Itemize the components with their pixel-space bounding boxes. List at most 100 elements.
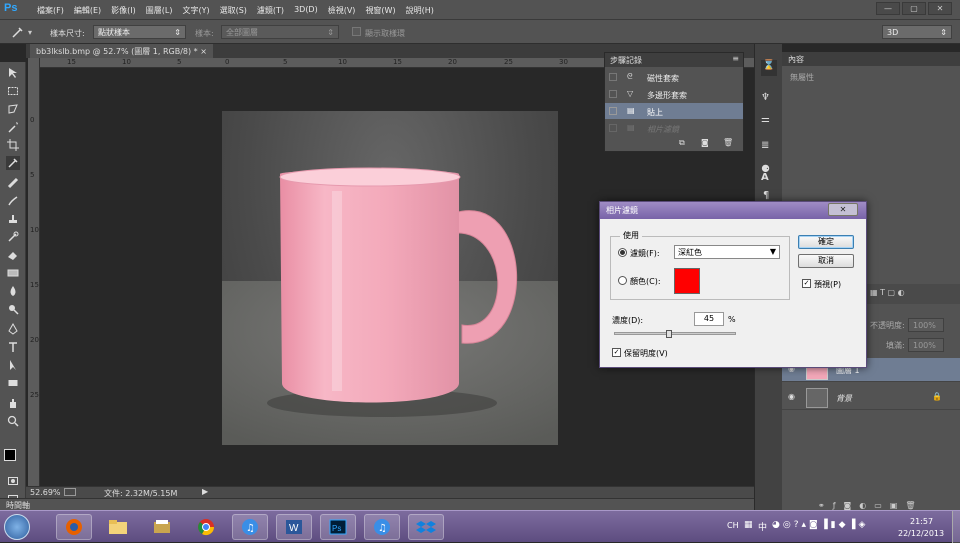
preserve-luminosity-checkbox[interactable]: ✓ xyxy=(612,348,621,357)
workspace-select[interactable]: 3D ⇕ xyxy=(882,25,952,39)
history-item[interactable]: ▽ 多邊形套索 xyxy=(605,86,743,102)
density-slider-track[interactable] xyxy=(614,332,736,335)
brush-tool-icon[interactable] xyxy=(6,194,20,208)
history-item[interactable]: ᘓ 磁性套索 xyxy=(605,69,743,85)
history-item[interactable]: ▤ 貼上 xyxy=(605,103,743,119)
paragraph-panel-icon[interactable]: ¶ xyxy=(763,190,769,201)
maximize-button[interactable]: ▢ xyxy=(902,2,926,15)
history-title[interactable]: 步驟記錄 xyxy=(610,55,642,66)
layer-name[interactable]: 背景 xyxy=(836,393,852,404)
pen-tool-icon[interactable] xyxy=(6,322,20,336)
start-button[interactable] xyxy=(4,514,30,540)
history-source-checkbox[interactable] xyxy=(609,73,617,81)
history-panel-icon[interactable]: ⌛ xyxy=(761,60,777,76)
dropbox-icon[interactable] xyxy=(408,514,444,540)
adjust-panel-icon[interactable]: ⚌ xyxy=(761,114,770,125)
gradient-tool-icon[interactable] xyxy=(6,266,20,280)
itunes-icon-2[interactable]: ♫ xyxy=(364,514,400,540)
rectangle-tool-icon[interactable] xyxy=(6,376,20,390)
preview-checkbox[interactable]: ✓ xyxy=(802,279,811,288)
menu-image[interactable]: 影像(I) xyxy=(106,5,141,16)
tab-close-icon[interactable]: × xyxy=(200,47,207,56)
filter-select[interactable]: 深紅色 ▼ xyxy=(674,245,780,259)
tool-preset-arrow-icon[interactable]: ▾ xyxy=(28,28,32,37)
cancel-button[interactable]: 取消 xyxy=(798,254,854,268)
document-image[interactable] xyxy=(222,111,558,445)
sample-select[interactable]: 全部圖層 ⇕ xyxy=(221,25,339,39)
actions-panel-icon[interactable]: ≣ xyxy=(761,140,769,151)
clock-date[interactable]: 22/12/2013 xyxy=(898,529,944,538)
clone-stamp-tool-icon[interactable] xyxy=(6,212,20,226)
path-selection-tool-icon[interactable] xyxy=(6,358,20,372)
panel-menu-icon[interactable]: ≡ xyxy=(732,54,739,63)
history-source-checkbox[interactable] xyxy=(609,124,617,132)
status-menu-arrow-icon[interactable]: ▶ xyxy=(202,487,208,496)
menu-type[interactable]: 文字(Y) xyxy=(177,5,214,16)
history-source-checkbox[interactable] xyxy=(609,90,617,98)
show-desktop-button[interactable] xyxy=(952,511,960,543)
system-tray-icons[interactable]: ◕◎?▴◙▐▮◆▐◈ xyxy=(772,520,868,530)
brush-panel-icon[interactable]: ♆ xyxy=(761,92,770,103)
visibility-eye-icon[interactable]: ◉ xyxy=(788,392,795,401)
filter-radio[interactable] xyxy=(618,248,627,257)
dialog-close-icon[interactable]: ✕ xyxy=(828,203,858,216)
menu-file[interactable]: 檔案(F) xyxy=(32,5,69,16)
layer-actions-icons[interactable]: ⚭ƒ◙◐▭▣🗑 xyxy=(818,501,924,510)
document-tab[interactable]: bb3lkslb.bmp @ 52.7% (圖層 1, RGB/8) * × xyxy=(30,44,213,58)
hand-tool-icon[interactable] xyxy=(6,396,20,410)
crop-tool-icon[interactable] xyxy=(6,138,20,152)
marquee-tool-icon[interactable] xyxy=(6,84,20,98)
layer-filter-icons[interactable]: ▦ T ▢ ◐ xyxy=(870,288,905,297)
ok-button[interactable]: 確定 xyxy=(798,235,854,249)
color-radio[interactable] xyxy=(618,276,627,285)
properties-title[interactable]: 內容 xyxy=(788,54,804,65)
menu-edit[interactable]: 編輯(E) xyxy=(69,5,106,16)
quick-mask-icon[interactable] xyxy=(6,474,20,488)
eraser-tool-icon[interactable] xyxy=(6,248,20,262)
word-icon[interactable]: W xyxy=(276,514,312,540)
ime-indicator[interactable]: 中 xyxy=(758,520,767,533)
language-indicator[interactable]: CH xyxy=(727,521,739,530)
new-document-icon[interactable]: ⧉ xyxy=(679,138,685,148)
foreground-color-swatch[interactable] xyxy=(4,449,16,461)
healing-brush-tool-icon[interactable] xyxy=(6,176,20,190)
fill-field[interactable]: 100% xyxy=(908,338,944,352)
chrome-icon[interactable] xyxy=(188,514,224,540)
history-brush-tool-icon[interactable] xyxy=(6,230,20,244)
eyedropper-tool-icon[interactable] xyxy=(6,156,20,170)
history-item[interactable]: ▤ 相片濾鏡 xyxy=(605,120,743,136)
eyedropper-icon[interactable] xyxy=(10,25,26,39)
menu-select[interactable]: 選取(S) xyxy=(215,5,252,16)
color-swatch[interactable] xyxy=(674,268,700,294)
menu-3d[interactable]: 3D(D) xyxy=(289,5,323,16)
move-tool-icon[interactable] xyxy=(6,66,20,80)
history-source-checkbox[interactable] xyxy=(609,107,617,115)
photoshop-taskbar-icon[interactable]: Ps xyxy=(320,514,356,540)
magic-wand-tool-icon[interactable] xyxy=(6,120,20,134)
menu-view[interactable]: 檢視(V) xyxy=(323,5,361,16)
close-button[interactable]: ✕ xyxy=(928,2,952,15)
opacity-field[interactable]: 100% xyxy=(908,318,944,332)
density-slider-thumb[interactable] xyxy=(665,330,672,338)
dodge-tool-icon[interactable] xyxy=(6,302,20,316)
zoom-tool-icon[interactable] xyxy=(6,414,20,428)
timeline-tab[interactable]: 時間軸 xyxy=(0,498,754,510)
dialog-titlebar[interactable]: 相片濾鏡 xyxy=(600,202,866,219)
blur-tool-icon[interactable] xyxy=(6,284,20,298)
menu-filter[interactable]: 濾鏡(T) xyxy=(252,5,289,16)
lasso-tool-icon[interactable] xyxy=(6,102,20,116)
type-tool-icon[interactable] xyxy=(6,340,20,354)
sample-size-select[interactable]: 點狀樣本 ⇕ xyxy=(93,25,186,39)
menu-layer[interactable]: 圖層(L) xyxy=(141,5,178,16)
menu-window[interactable]: 視窗(W) xyxy=(360,5,400,16)
trash-icon[interactable]: 🗑 xyxy=(723,138,733,147)
clock-time[interactable]: 21:57 xyxy=(910,517,933,526)
camera-icon[interactable]: ◙ xyxy=(701,138,709,147)
density-input[interactable]: 45 xyxy=(694,312,724,326)
tray-icons[interactable]: ▦ xyxy=(744,520,753,530)
file-explorer-icon[interactable] xyxy=(100,514,136,540)
file-manager-icon[interactable] xyxy=(144,514,180,540)
character-panel-icon[interactable]: A xyxy=(761,172,769,183)
firefox-icon[interactable] xyxy=(56,514,92,540)
itunes-icon[interactable]: ♫ xyxy=(232,514,268,540)
